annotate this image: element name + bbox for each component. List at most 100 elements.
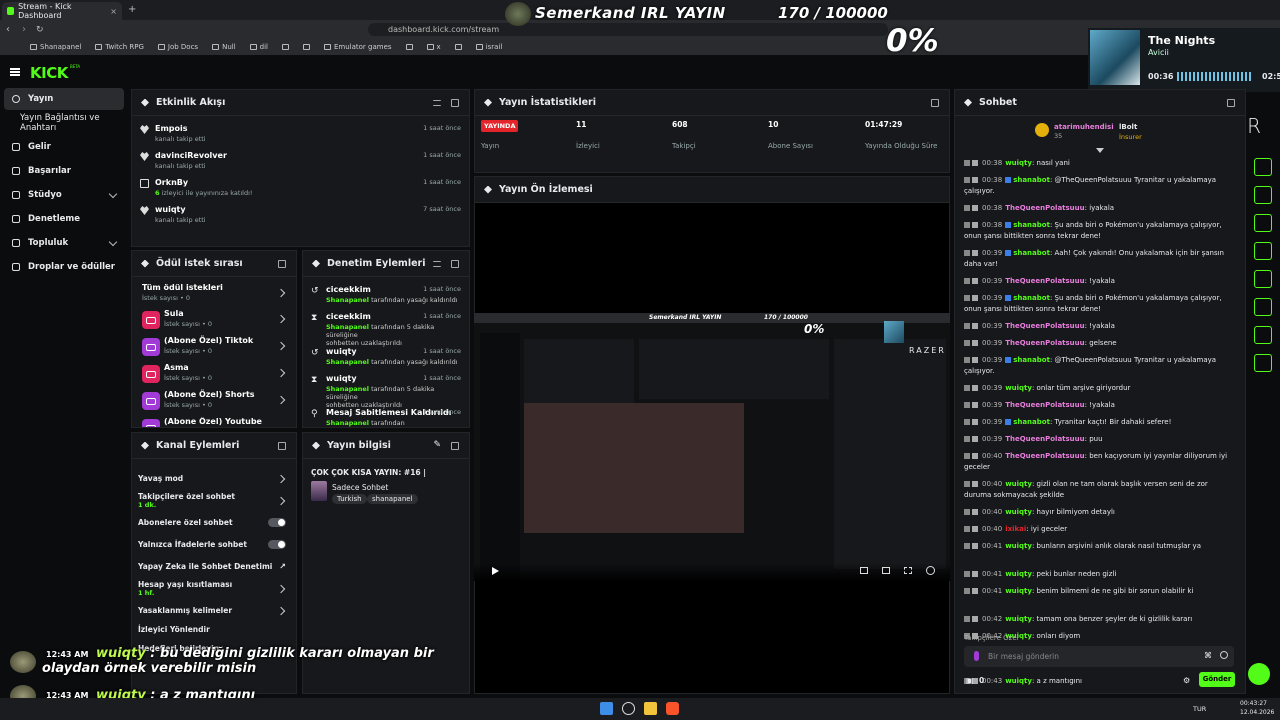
help-button[interactable] <box>1248 663 1270 685</box>
pinned-user-2[interactable]: lBolt <box>1119 123 1137 131</box>
send-button[interactable]: Gönder <box>1199 672 1235 687</box>
bookmark-item[interactable] <box>454 44 462 50</box>
reward-item[interactable]: (Abone Özel) Youtube <box>142 417 288 427</box>
bookmark-item[interactable]: x <box>426 43 441 51</box>
emoji-icon[interactable] <box>1220 651 1228 659</box>
bookmark-item[interactable]: dil <box>249 43 268 51</box>
chevron-down-icon[interactable] <box>1096 148 1104 153</box>
bookmark-item[interactable]: Twitch RPG <box>95 43 144 51</box>
reward-item[interactable]: (Abone Özel) Shorts İstek sayısı • 0 <box>142 390 288 410</box>
rail-button-7[interactable] <box>1254 326 1272 344</box>
chat-username[interactable]: shanabot <box>1013 294 1050 302</box>
rail-button-1[interactable] <box>1254 158 1272 176</box>
edit-icon[interactable]: ✎ <box>433 440 441 450</box>
chat-username[interactable]: wuiqty <box>1005 480 1032 488</box>
chat-username[interactable]: shanabot <box>1013 356 1050 364</box>
sidebar-item-droplar[interactable]: Droplar ve ödüller <box>4 256 124 278</box>
subs-only-toggle[interactable] <box>268 518 286 527</box>
emote-only-toggle[interactable] <box>268 540 286 549</box>
action-host[interactable]: İzleyici Yönlendir <box>138 625 288 634</box>
chat-username[interactable]: shanabot <box>1013 418 1050 426</box>
chat-settings-icon[interactable]: ⚙ <box>1183 676 1190 685</box>
rail-button-4[interactable] <box>1254 242 1272 260</box>
rail-button-2[interactable] <box>1254 186 1272 204</box>
popout-icon[interactable] <box>931 99 939 107</box>
chat-username[interactable]: TheQueenPolatsuuu <box>1005 452 1084 460</box>
reward-item[interactable]: Sula İstek sayısı • 0 <box>142 309 288 329</box>
sidebar-item-stream-key[interactable]: Yayın Bağlantısı ve Anahtarı <box>4 112 124 134</box>
chat-username[interactable]: ixikai <box>1005 525 1026 533</box>
close-tab-icon[interactable]: × <box>110 7 117 16</box>
chat-username[interactable]: wuiqty <box>1005 587 1032 595</box>
brave-icon[interactable] <box>666 702 679 715</box>
action-followers-only[interactable]: Takipçilere özel sohbet 1 dk. <box>138 492 288 509</box>
popout-icon[interactable] <box>1227 99 1235 107</box>
bookmark-item[interactable] <box>405 44 413 50</box>
chat-username[interactable]: TheQueenPolatsuuu <box>1005 401 1084 409</box>
mic-icon[interactable] <box>974 651 979 661</box>
chat-username[interactable]: shanabot <box>1013 176 1050 184</box>
rail-button-5[interactable] <box>1254 270 1272 288</box>
popout-icon[interactable] <box>451 260 459 268</box>
stream-tag[interactable]: shanapanel <box>367 494 418 504</box>
action-emote-only[interactable]: Yalnızca İfadelerle sohbet <box>138 540 288 549</box>
reload-icon[interactable]: ↻ <box>36 25 44 35</box>
rail-button-3[interactable] <box>1254 214 1272 232</box>
chat-username[interactable]: TheQueenPolatsuuu <box>1005 204 1084 212</box>
theater-icon[interactable] <box>882 567 890 574</box>
kick-logo[interactable]: KICK <box>30 64 68 82</box>
forward-icon[interactable]: › <box>22 24 26 35</box>
reward-item-all[interactable]: Tüm ödül istekleri İstek sayısı • 0 <box>142 283 288 302</box>
chat-username[interactable]: wuiqty <box>1005 542 1032 550</box>
menu-icon[interactable] <box>10 68 20 76</box>
action-subs-only[interactable]: Abonelere özel sohbet <box>138 518 288 527</box>
bookmark-item[interactable] <box>302 44 310 50</box>
chat-username[interactable]: wuiqty <box>1005 677 1032 685</box>
chat-username[interactable]: TheQueenPolatsuuu <box>1005 435 1084 443</box>
sidebar-item-topluluk[interactable]: Topluluk <box>4 232 124 254</box>
browser-tab[interactable]: Stream - Kick Dashboard × <box>2 2 122 20</box>
chat-username[interactable]: wuiqty <box>1005 570 1032 578</box>
fullscreen-icon[interactable] <box>904 567 912 574</box>
url-field[interactable]: dashboard.kick.com/stream <box>368 23 888 36</box>
pinned-user[interactable]: atarimuhendisi <box>1054 123 1114 131</box>
chat-username[interactable]: wuiqty <box>1005 508 1032 516</box>
chat-username[interactable]: shanabot <box>1013 249 1050 257</box>
bookmark-item[interactable]: israil <box>475 43 502 51</box>
chat-input[interactable]: Bir mesaj gönderin ⌘ <box>964 646 1234 667</box>
sidebar-item-gelir[interactable]: Gelir <box>4 136 124 158</box>
back-icon[interactable]: ‹ <box>6 24 10 35</box>
popout-icon[interactable] <box>278 442 286 450</box>
bookmark-item[interactable] <box>281 44 289 50</box>
action-banned-words[interactable]: Yasaklanmış kelimeler <box>138 606 288 616</box>
stream-preview-video[interactable]: Semerkand IRL YAYIN 170 / 100000 0% RAZE… <box>474 313 950 581</box>
sidebar-item-yayin[interactable]: Yayın <box>4 88 124 110</box>
stream-tag[interactable]: Turkish <box>332 494 367 504</box>
popout-icon[interactable] <box>451 442 459 450</box>
rail-button-8[interactable] <box>1254 354 1272 372</box>
stream-category[interactable]: Sadece Sohbet <box>332 483 388 492</box>
chat-username[interactable]: TheQueenPolatsuuu <box>1005 322 1084 330</box>
popout-icon[interactable] <box>451 99 459 107</box>
chat-username[interactable]: TheQueenPolatsuuu <box>1005 277 1084 285</box>
chat-username[interactable]: wuiqty <box>1005 384 1032 392</box>
pip-icon[interactable] <box>860 567 868 574</box>
settings-icon[interactable] <box>926 566 935 575</box>
play-icon[interactable] <box>492 567 499 575</box>
start-icon[interactable] <box>600 702 613 715</box>
reward-item[interactable]: Asma İstek sayısı • 0 <box>142 363 288 383</box>
filter-icon[interactable] <box>433 100 441 106</box>
new-tab-icon[interactable]: + <box>128 4 136 15</box>
chat-username[interactable]: TheQueenPolatsuuu <box>1005 339 1084 347</box>
search-icon[interactable] <box>622 702 635 715</box>
popout-icon[interactable] <box>278 260 286 268</box>
points-icon[interactable]: ▣ <box>966 676 974 685</box>
reward-item[interactable]: (Abone Özel) Tiktok İstek sayısı • 0 <box>142 336 288 356</box>
action-slow-mode[interactable]: Yavaş mod <box>138 474 288 484</box>
bookmark-item[interactable]: Emulator games <box>323 43 392 51</box>
sidebar-item-studyo[interactable]: Stüdyo <box>4 184 124 206</box>
chat-username[interactable]: wuiqty <box>1005 159 1032 167</box>
sidebar-item-denetleme[interactable]: Denetleme <box>4 208 124 230</box>
command-icon[interactable]: ⌘ <box>1204 651 1212 660</box>
rail-button-6[interactable] <box>1254 298 1272 316</box>
